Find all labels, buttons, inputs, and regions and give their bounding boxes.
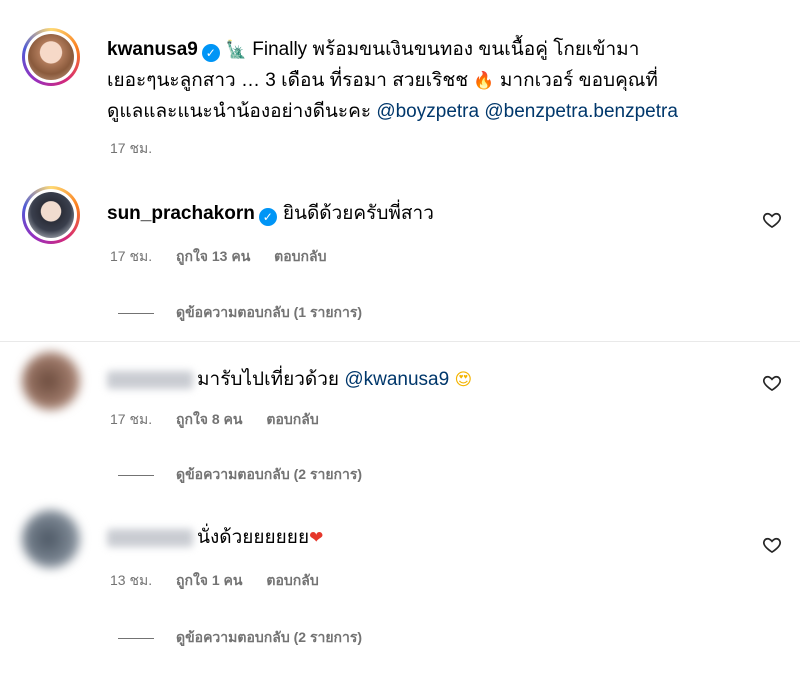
like-count[interactable]: ถูกใจ 8 คน — [176, 411, 243, 427]
comment-time[interactable]: 17 ชม. — [110, 411, 152, 427]
red-heart-emoji-icon: ❤ — [309, 528, 324, 548]
comment-text-line: sun_prachakorn ✓ ยินดีด้วยครับพี่สาว — [107, 198, 434, 229]
blurred-avatar[interactable] — [22, 352, 80, 410]
comment-meta: 13 ชม. ถูกใจ 1 คน ตอบกลับ — [110, 570, 339, 592]
like-heart-icon[interactable] — [762, 373, 782, 393]
caption-text-1: Finally พร้อมขนเงินขนทอง ขนเนื้อคู่ โกยเ… — [252, 39, 640, 60]
divider-line — [118, 474, 154, 476]
view-replies-button[interactable]: ดูข้อความตอบกลับ (1 รายการ) — [118, 302, 362, 324]
divider-line — [118, 637, 154, 639]
section-divider — [0, 341, 800, 342]
view-replies-label: ดูข้อความตอบกลับ (2 รายการ) — [176, 629, 363, 645]
caption-text-2b: มากเวอร์ ขอบคุณที่ — [499, 70, 658, 91]
comment-meta: 17 ชม. ถูกใจ 8 คน ตอบกลับ — [110, 409, 339, 431]
caption-line: ดูแลและแนะนำน้องอย่างดีนะคะ @boyzpetra @… — [107, 96, 678, 127]
caption-text-3: ดูแลและแนะนำน้องอย่างดีนะคะ — [107, 101, 372, 122]
comment-text: มารับไปเที่ยวด้วย — [197, 369, 340, 390]
comment-username[interactable]: sun_prachakorn — [107, 203, 255, 224]
blurred-username[interactable] — [107, 528, 193, 547]
comment-meta: 17 ชม. ถูกใจ 13 คน ตอบกลับ — [110, 246, 347, 268]
comment-text-line: มารับไปเที่ยวด้วย @kwanusa9 😍 — [107, 364, 472, 396]
view-replies-label: ดูข้อความตอบกลับ (2 รายการ) — [176, 466, 363, 482]
comment-time[interactable]: 13 ชม. — [110, 572, 152, 588]
caption-text-2a: เยอะๆนะลูกสาว … 3 เดือน ที่รอมา สวยเริชช — [107, 70, 469, 91]
comment-avatar[interactable] — [22, 186, 80, 244]
comment-time[interactable]: 17 ชม. — [110, 248, 152, 264]
like-count[interactable]: ถูกใจ 13 คน — [176, 248, 250, 264]
post-time[interactable]: 17 ชม. — [110, 140, 152, 156]
caption-line: kwanusa9 ✓ 🗽 Finally พร้อมขนเงินขนทอง ขนเน… — [107, 34, 639, 66]
heart-eyes-emoji-icon: 😍 — [454, 370, 473, 390]
mention-link[interactable]: @benzpetra.benzpetra — [484, 101, 678, 122]
divider-line — [118, 312, 154, 314]
verified-badge-icon: ✓ — [258, 208, 277, 226]
like-heart-icon[interactable] — [762, 535, 782, 555]
caption-line: เยอะๆนะลูกสาว … 3 เดือน ที่รอมา สวยเริชช… — [107, 65, 658, 97]
verified-badge-icon: ✓ — [201, 44, 220, 62]
post-meta: 17 ชม. — [110, 138, 172, 160]
view-replies-button[interactable]: ดูข้อความตอบกลับ (2 รายการ) — [118, 627, 362, 649]
comment-text-line: นั่งด้วยยยยยย❤ — [107, 522, 323, 554]
blurred-username[interactable] — [107, 370, 193, 389]
reply-button[interactable]: ตอบกลับ — [274, 248, 326, 264]
view-replies-label: ดูข้อความตอบกลับ (1 รายการ) — [176, 304, 363, 320]
reply-button[interactable]: ตอบกลับ — [266, 411, 318, 427]
blurred-avatar[interactable] — [22, 510, 80, 568]
statue-of-liberty-emoji-icon: 🗽 — [225, 40, 247, 60]
view-replies-button[interactable]: ดูข้อความตอบกลับ (2 รายการ) — [118, 464, 362, 486]
mention-link[interactable]: @boyzpetra — [376, 101, 479, 122]
avatar-photo — [28, 192, 74, 238]
reply-button[interactable]: ตอบกลับ — [266, 572, 318, 588]
like-count[interactable]: ถูกใจ 1 คน — [176, 572, 243, 588]
fire-emoji-icon: 🔥 — [473, 71, 495, 91]
mention-link[interactable]: @kwanusa9 — [344, 369, 449, 390]
comment-text: นั่งด้วยยยยยย — [197, 527, 310, 548]
avatar-photo — [28, 34, 74, 80]
post-avatar[interactable] — [22, 28, 80, 86]
post-username[interactable]: kwanusa9 — [107, 39, 198, 60]
like-heart-icon[interactable] — [762, 210, 782, 230]
comment-text: ยินดีด้วยครับพี่สาว — [282, 203, 434, 224]
